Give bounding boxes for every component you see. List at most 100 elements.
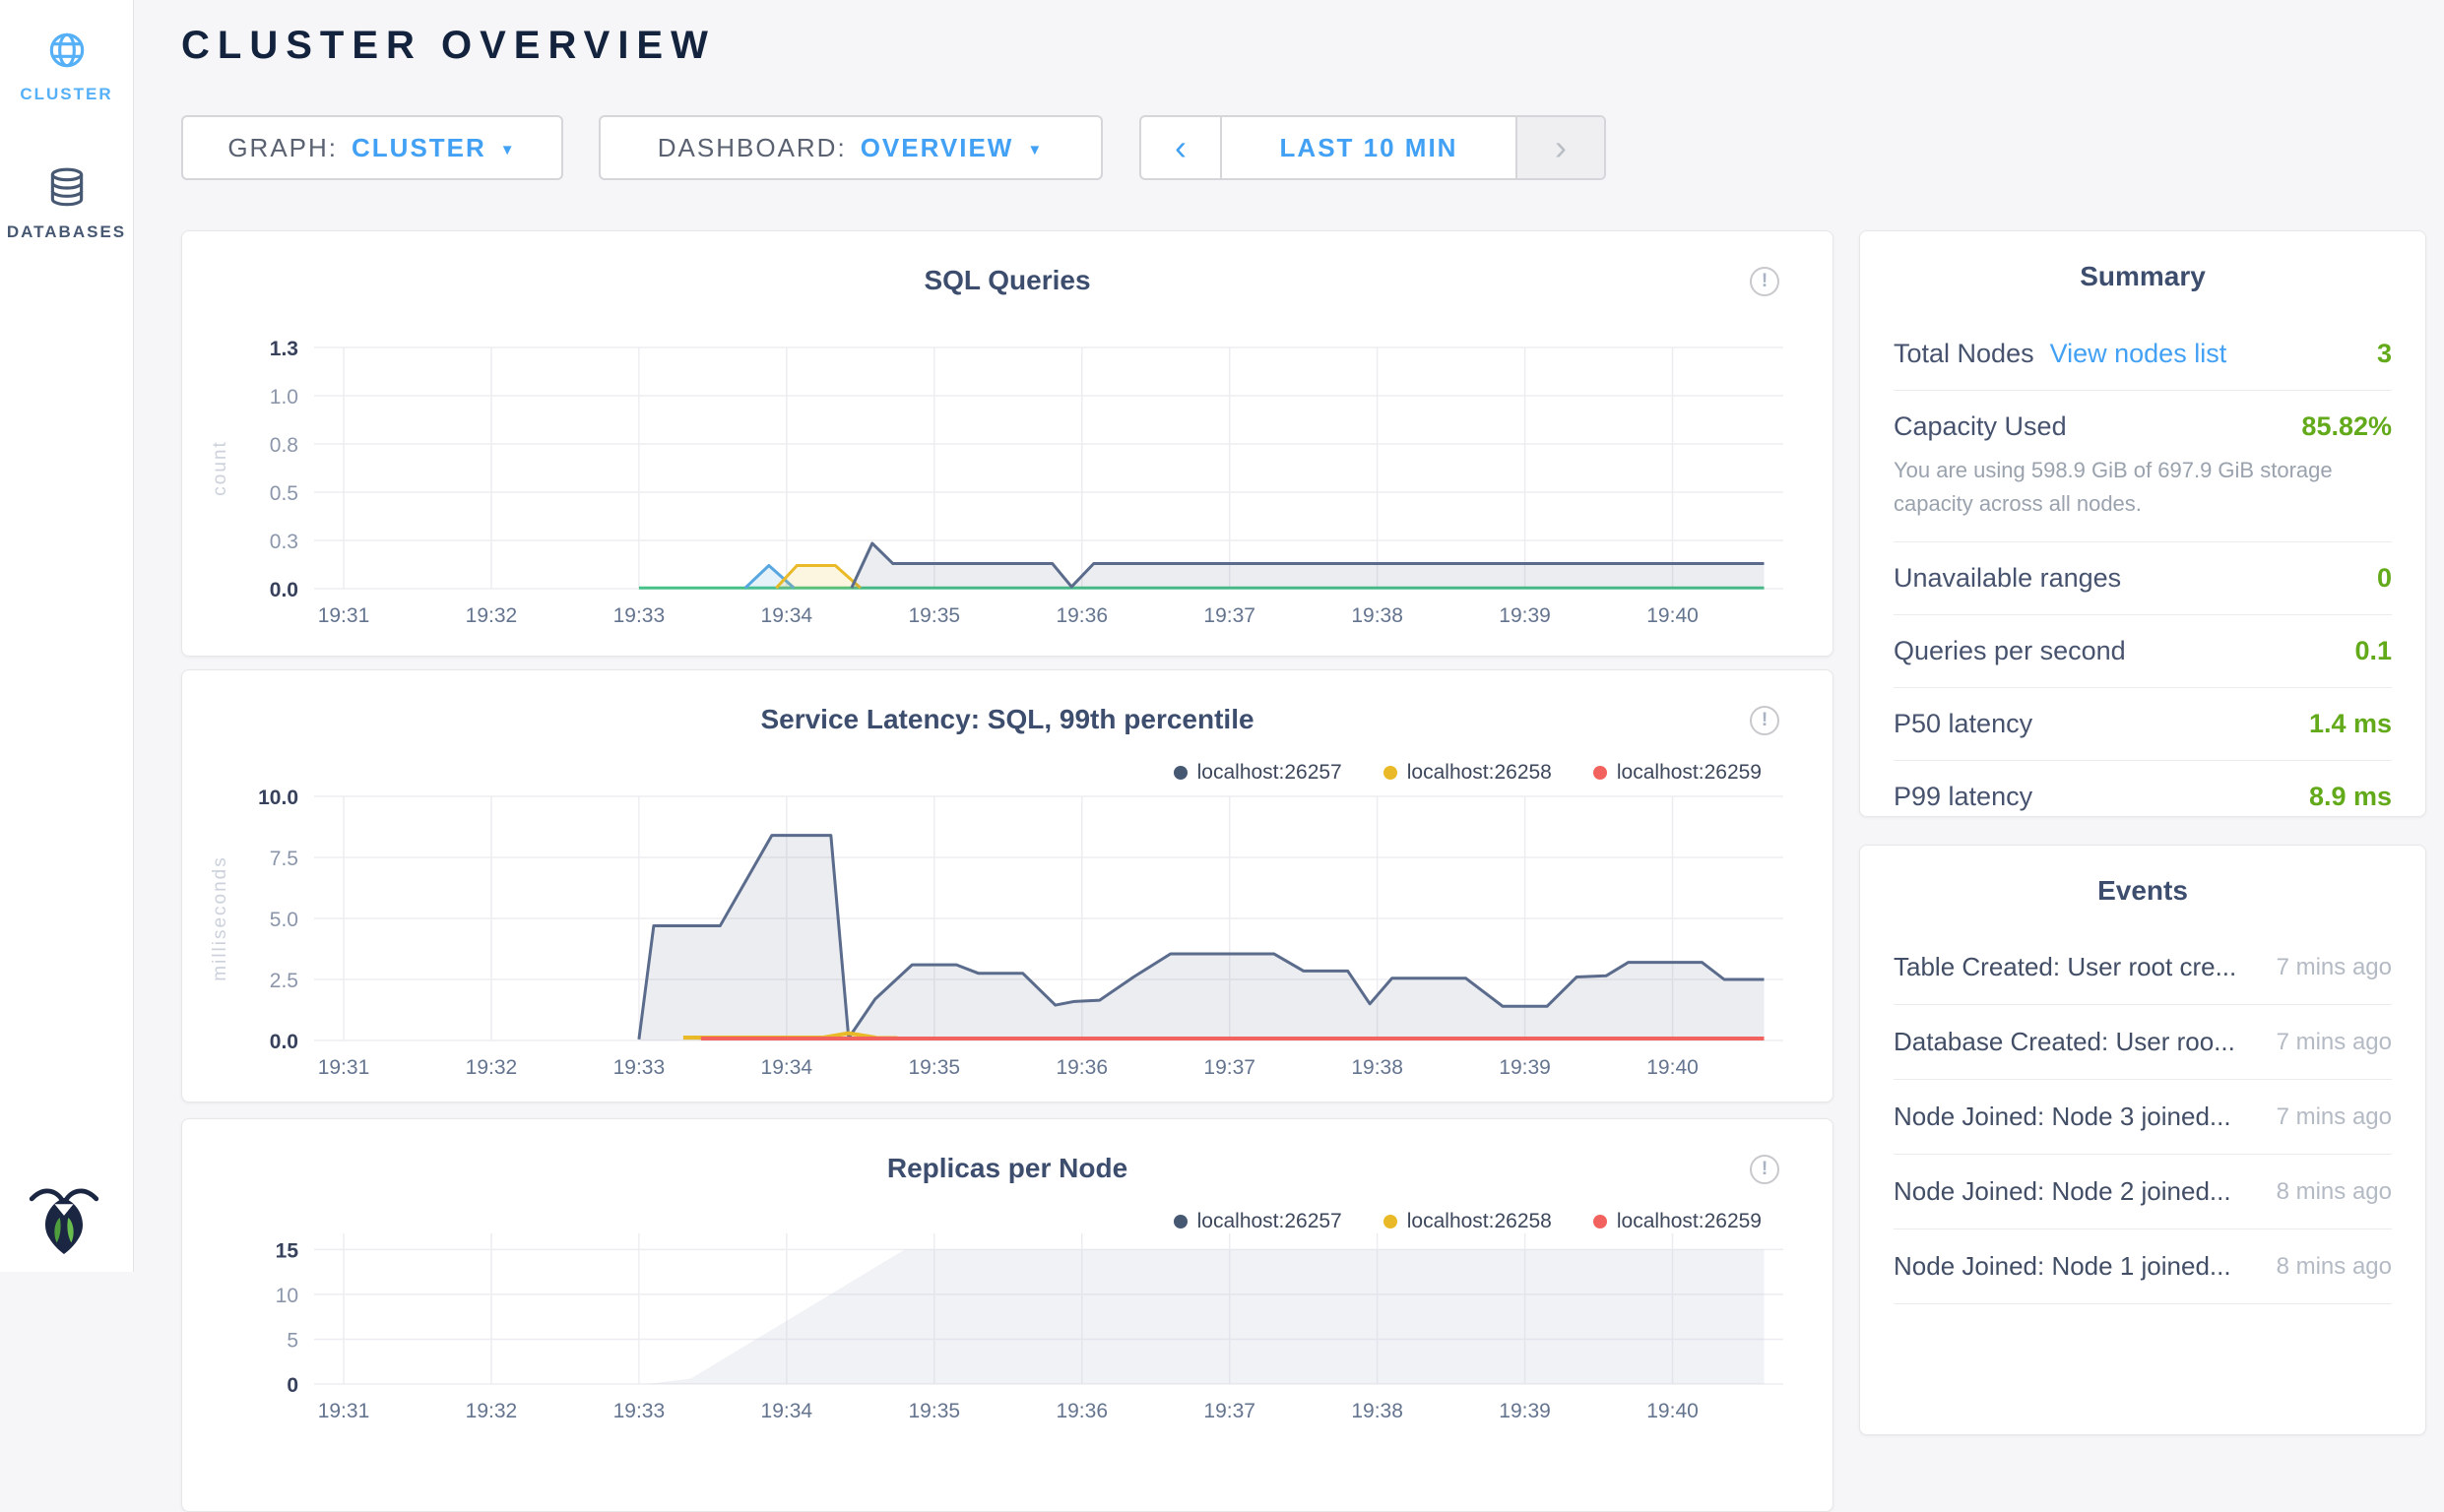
svg-text:19:36: 19:36	[1056, 1056, 1108, 1079]
dashboard-dropdown-value: OVERVIEW	[861, 133, 1014, 163]
svg-text:1.0: 1.0	[270, 386, 298, 409]
summary-row-total-nodes: Total Nodes View nodes list 3	[1894, 318, 2392, 391]
svg-text:19:33: 19:33	[613, 1400, 666, 1422]
svg-text:19:37: 19:37	[1203, 604, 1255, 627]
chevron-right-icon: ›	[1555, 127, 1567, 168]
svg-text:2.5: 2.5	[270, 970, 298, 992]
info-icon[interactable]: !	[1750, 267, 1779, 296]
svg-text:15: 15	[276, 1239, 299, 1262]
svg-text:19:38: 19:38	[1351, 604, 1403, 627]
svg-text:19:34: 19:34	[761, 1400, 813, 1422]
svg-text:0.0: 0.0	[270, 1031, 298, 1053]
event-row: Database Created: User roo... 7 mins ago	[1894, 1005, 2392, 1080]
legend-item: localhost:26259	[1593, 761, 1762, 785]
info-icon[interactable]: !	[1750, 706, 1779, 735]
chart-title: Service Latency: SQL, 99th percentile	[182, 704, 1833, 735]
svg-text:19:38: 19:38	[1351, 1400, 1403, 1422]
svg-text:10.0: 10.0	[258, 787, 298, 809]
cockroachdb-logo-icon	[28, 1182, 100, 1260]
svg-text:19:33: 19:33	[613, 1056, 666, 1079]
svg-text:0.5: 0.5	[270, 482, 298, 505]
time-range-selector: ‹ LAST 10 MIN ›	[1139, 115, 1606, 180]
svg-text:19:33: 19:33	[613, 604, 666, 627]
page-title: CLUSTER OVERVIEW	[181, 22, 716, 69]
graph-dropdown[interactable]: GRAPH: CLUSTER ▼	[181, 115, 563, 180]
dashboard-dropdown-label: DASHBOARD:	[658, 133, 847, 163]
time-range-value[interactable]: LAST 10 MIN	[1222, 117, 1515, 178]
event-row: Node Joined: Node 1 joined... 8 mins ago	[1894, 1229, 2392, 1304]
svg-text:19:40: 19:40	[1646, 604, 1699, 627]
svg-text:0.3: 0.3	[270, 531, 298, 553]
sidebar: CLUSTER DATABASES	[0, 0, 134, 1272]
event-row: Table Created: User root cre... 7 mins a…	[1894, 930, 2392, 1005]
svg-text:19:39: 19:39	[1499, 1056, 1551, 1079]
summary-row-p99: P99 latency 8.9 ms	[1894, 761, 2392, 833]
sidebar-item-cluster[interactable]: CLUSTER	[0, 28, 133, 104]
replicas-per-node-card: Replicas per Node ! localhost:26257 loca…	[181, 1118, 1833, 1512]
summary-panel: Summary Total Nodes View nodes list 3 Ca…	[1859, 230, 2426, 817]
svg-text:19:37: 19:37	[1203, 1400, 1255, 1422]
chevron-left-icon: ‹	[1175, 127, 1187, 168]
sql-queries-chart: 19:3119:3219:3319:3419:3519:3619:3719:38…	[206, 338, 1811, 638]
globe-icon	[0, 28, 133, 73]
svg-text:7.5: 7.5	[270, 848, 298, 870]
capacity-used-label: Capacity Used	[1894, 411, 2067, 442]
dashboard-dropdown[interactable]: DASHBOARD: OVERVIEW ▼	[599, 115, 1103, 180]
svg-text:milliseconds: milliseconds	[210, 855, 230, 980]
svg-text:19:31: 19:31	[318, 1400, 370, 1422]
sidebar-item-label: DATABASES	[0, 222, 133, 242]
summary-row-qps: Queries per second 0.1	[1894, 615, 2392, 688]
chart-title: Replicas per Node	[182, 1153, 1833, 1184]
sidebar-item-label: CLUSTER	[0, 85, 133, 104]
graph-dropdown-value: CLUSTER	[352, 133, 486, 163]
legend-label: localhost:26257	[1197, 761, 1342, 785]
legend-dot-icon	[1174, 766, 1188, 780]
svg-text:0.0: 0.0	[270, 579, 298, 601]
service-latency-chart: 19:3119:3219:3319:3419:3519:3619:3719:38…	[206, 787, 1811, 1090]
events-title: Events	[1860, 875, 2425, 907]
summary-row-p50: P50 latency 1.4 ms	[1894, 688, 2392, 761]
view-nodes-list-link[interactable]: View nodes list	[2050, 339, 2227, 369]
legend-item: localhost:26257	[1174, 761, 1342, 785]
graph-dropdown-label: GRAPH:	[227, 133, 338, 163]
svg-text:19:35: 19:35	[909, 1056, 961, 1079]
svg-text:19:34: 19:34	[761, 1056, 813, 1079]
svg-text:19:31: 19:31	[318, 1056, 370, 1079]
event-row: Node Joined: Node 3 joined... 7 mins ago	[1894, 1080, 2392, 1155]
svg-text:0: 0	[287, 1374, 298, 1397]
summary-row-unavailable-ranges: Unavailable ranges 0	[1894, 542, 2392, 615]
svg-text:1.3: 1.3	[270, 338, 298, 360]
legend-dot-icon	[1593, 766, 1607, 780]
svg-text:10: 10	[276, 1285, 298, 1307]
legend-label: localhost:26259	[1617, 761, 1762, 785]
svg-text:5.0: 5.0	[270, 909, 298, 931]
svg-text:count: count	[210, 440, 230, 495]
svg-text:19:35: 19:35	[909, 604, 961, 627]
svg-text:19:35: 19:35	[909, 1400, 961, 1422]
summary-row-capacity: Capacity Used 85.82% You are using 598.9…	[1894, 391, 2392, 542]
svg-text:19:31: 19:31	[318, 604, 370, 627]
chart-title: SQL Queries	[182, 265, 1833, 296]
time-next-button[interactable]: ›	[1515, 117, 1604, 178]
replicas-per-node-chart: 19:3119:3219:3319:3419:3519:3619:3719:38…	[206, 1222, 1811, 1433]
svg-text:19:36: 19:36	[1056, 604, 1108, 627]
svg-text:19:40: 19:40	[1646, 1400, 1699, 1422]
svg-text:19:39: 19:39	[1499, 604, 1551, 627]
chart-legend: localhost:26257 localhost:26258 localhos…	[1174, 761, 1762, 785]
database-icon	[0, 165, 133, 211]
svg-text:19:40: 19:40	[1646, 1056, 1699, 1079]
chevron-down-icon: ▼	[1027, 138, 1044, 158]
svg-text:19:36: 19:36	[1056, 1400, 1108, 1422]
time-prev-button[interactable]: ‹	[1141, 117, 1222, 178]
svg-text:0.8: 0.8	[270, 434, 298, 457]
svg-text:5: 5	[287, 1329, 298, 1352]
total-nodes-value: 3	[2377, 339, 2392, 369]
sidebar-item-databases[interactable]: DATABASES	[0, 165, 133, 242]
legend-dot-icon	[1383, 766, 1397, 780]
svg-text:19:32: 19:32	[466, 604, 518, 627]
info-icon[interactable]: !	[1750, 1155, 1779, 1184]
svg-text:19:37: 19:37	[1203, 1056, 1255, 1079]
capacity-note: You are using 598.9 GiB of 697.9 GiB sto…	[1894, 454, 2392, 521]
svg-text:19:32: 19:32	[466, 1056, 518, 1079]
total-nodes-label: Total Nodes	[1894, 339, 2034, 369]
